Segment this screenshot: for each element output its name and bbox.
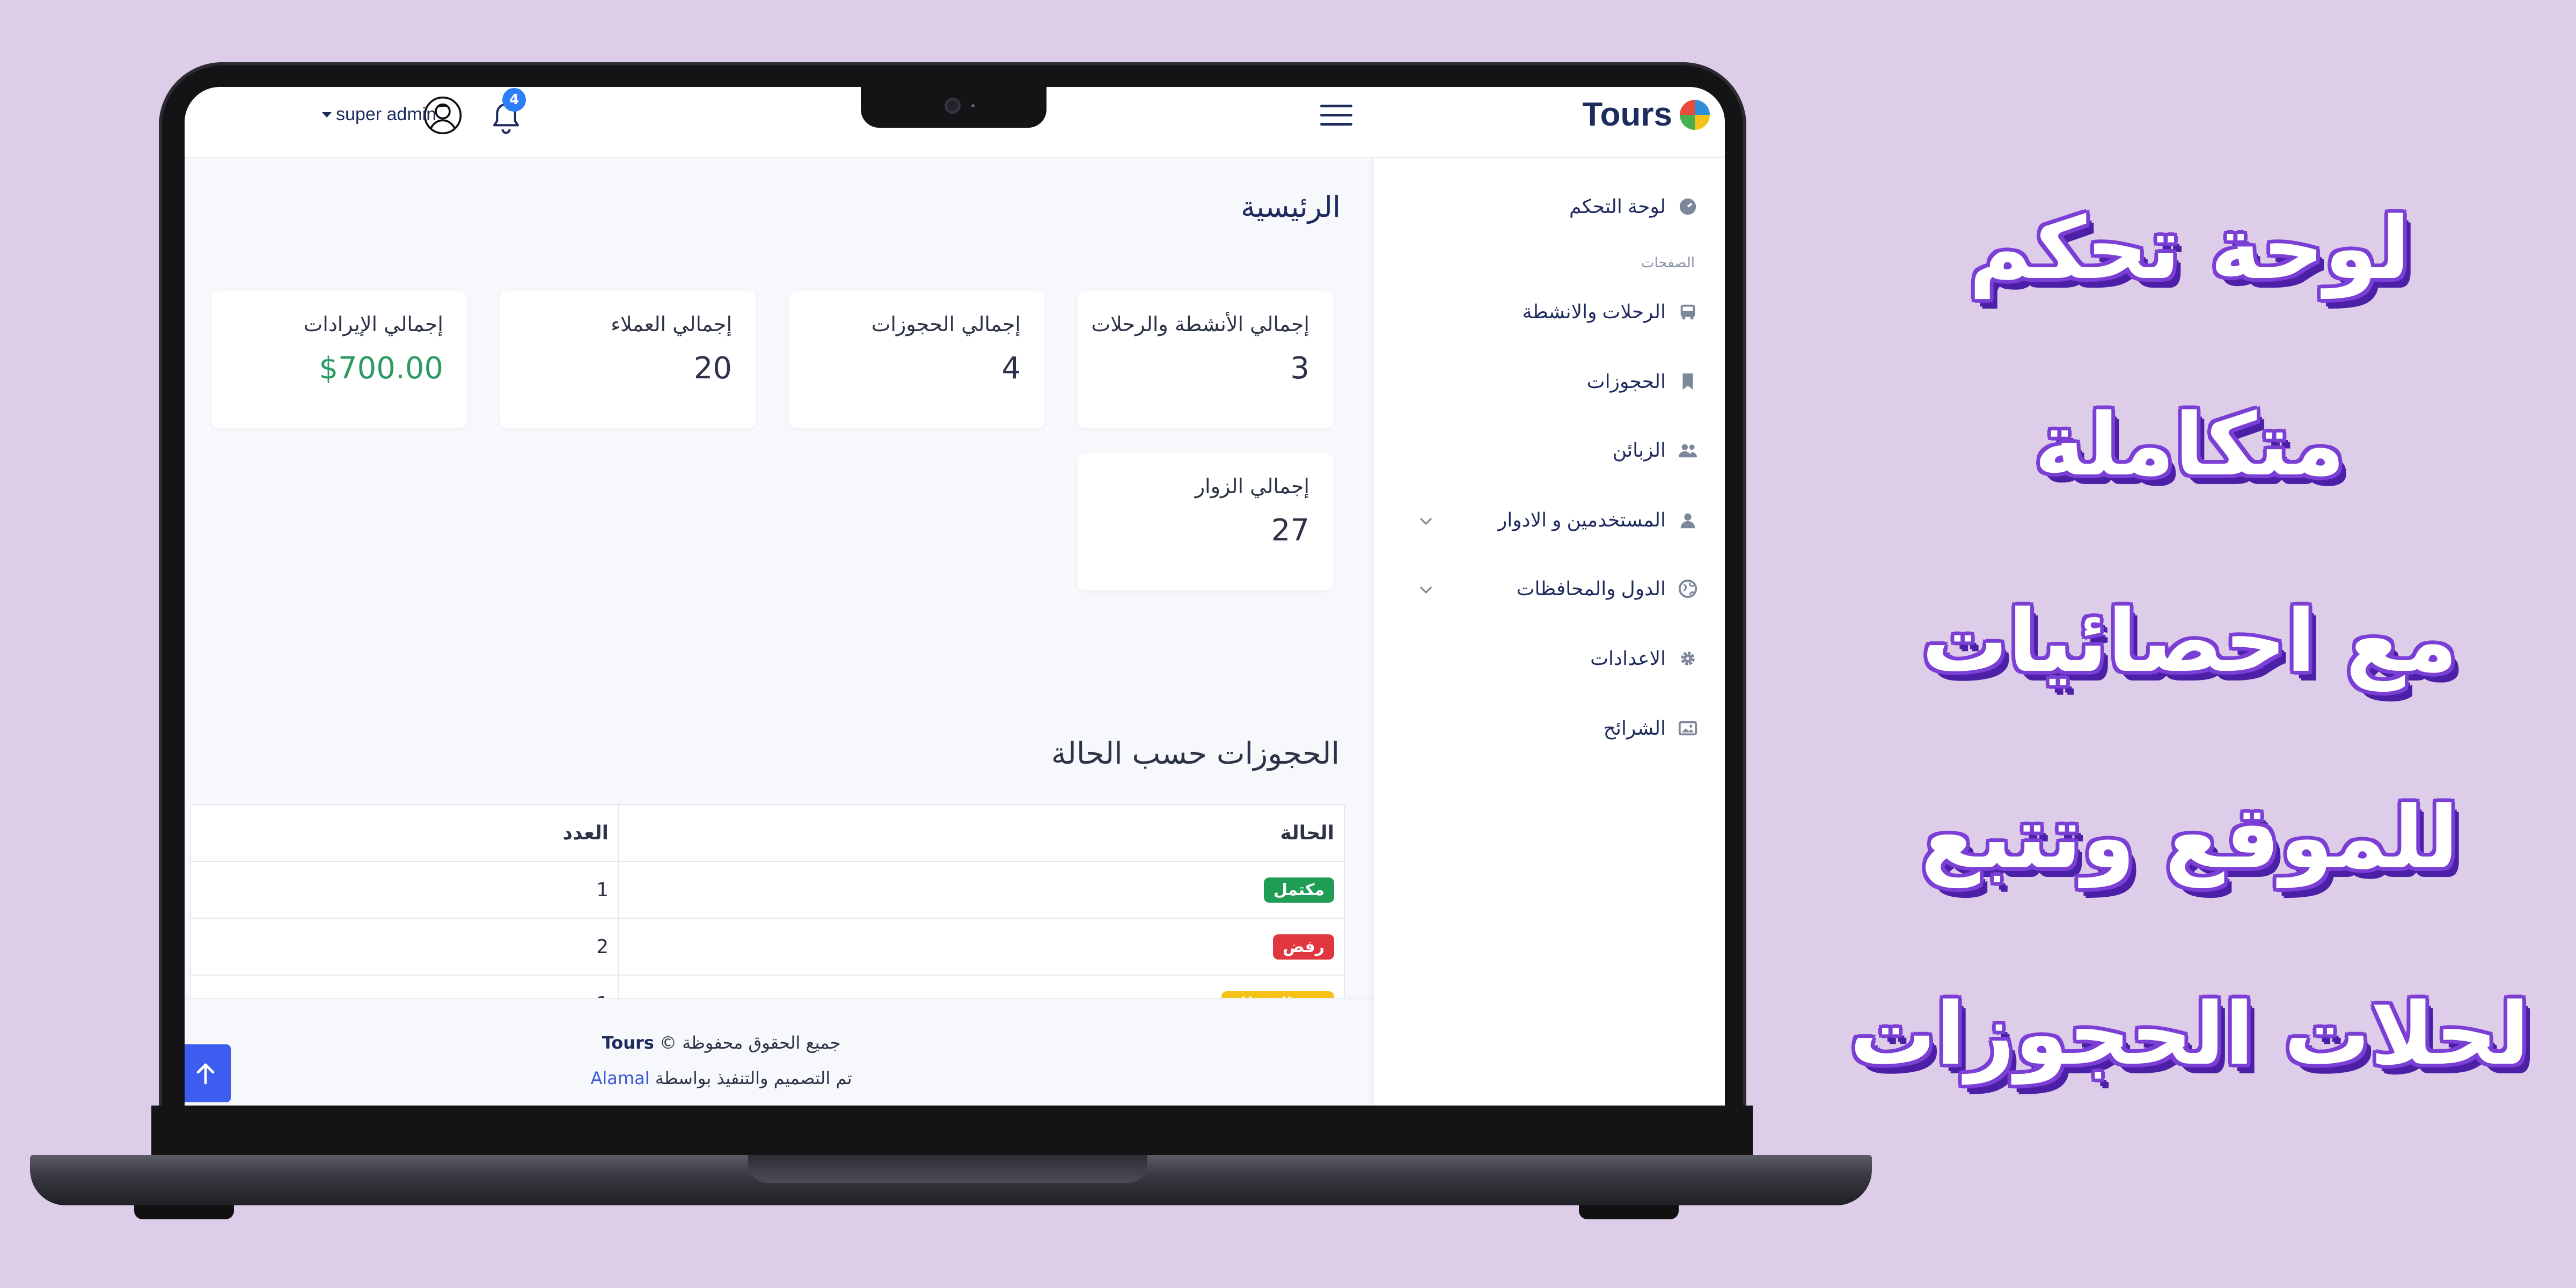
stat-label: إجمالي الزوار: [1195, 474, 1309, 498]
table-header-row: الحالة العدد: [190, 804, 1345, 862]
stat-value: 3: [1290, 351, 1309, 386]
sidebar-item-label: الحجوزات: [1586, 370, 1666, 392]
sidebar-item-label: المستخدمين و الادوار: [1497, 509, 1666, 531]
stat-card-bookings: إجمالي الحجوزات 4: [789, 291, 1044, 428]
user-menu[interactable]: super admin: [322, 104, 436, 125]
status-cell: مكتمل: [618, 861, 1345, 919]
dashboard-icon: [1679, 198, 1696, 215]
bookmark-icon: [1682, 373, 1693, 390]
menu-toggle-icon[interactable]: [1320, 99, 1352, 131]
promo-line: لحلات الحجوزات: [1849, 984, 2530, 1084]
brand-logo-icon: [1680, 99, 1710, 130]
credit-link[interactable]: Alamal: [590, 1068, 649, 1088]
sidebar-item-label: الدول والمحافظات: [1516, 577, 1666, 599]
stat-label: إجمالي الحجوزات: [871, 312, 1021, 336]
sidebar-item-label: الشرائح: [1603, 717, 1666, 739]
stat-card-revenue: إجمالي الإيرادات $700.00: [211, 291, 467, 428]
scroll-to-top-button[interactable]: [185, 1044, 231, 1102]
laptop-foot: [1579, 1205, 1679, 1219]
sidebar-item-customers[interactable]: الزبائن: [1613, 439, 1698, 462]
chevron-down-icon[interactable]: [1417, 512, 1435, 530]
bus-icon: [1680, 304, 1695, 320]
sidebar-item-label: الاعدادات: [1590, 647, 1666, 669]
brand-name: Tours: [1582, 96, 1672, 133]
sidebar-item-label: الزبائن: [1612, 439, 1666, 461]
laptop-screen: Tours 4 super admin الرئيسية إجمالي الأن…: [185, 87, 1725, 1106]
footer-credit: تم التصميم والتنفيذ بواسطة Alamal: [185, 1068, 1258, 1088]
laptop-bezel: [151, 1106, 1753, 1155]
count-cell: 1: [190, 861, 619, 919]
sidebar-item-users-roles[interactable]: المستخدمين و الادوار: [1498, 509, 1698, 531]
image-icon: [1678, 721, 1697, 736]
status-badge: مكتمل: [1263, 877, 1334, 903]
footer-copyright: جميع الحقوق محفوظة © Tours: [185, 1033, 1258, 1053]
stat-label: إجمالي العملاء: [611, 312, 732, 336]
sidebar-item-dashboard[interactable]: لوحة التحكم: [1569, 195, 1698, 218]
column-header-count: العدد: [190, 804, 619, 862]
stat-card-visitors: إجمالي الزوار 27: [1078, 453, 1333, 590]
caret-down-icon: [322, 112, 332, 118]
user-name: super admin: [336, 104, 437, 125]
sidebar-item-label: لوحة التحكم: [1569, 195, 1666, 217]
count-cell: 2: [190, 918, 619, 976]
table-row: رفض 2: [190, 918, 1345, 976]
stat-card-activities: إجمالي الأنشطة والرحلات 3: [1078, 291, 1333, 428]
status-badge: رفض: [1273, 934, 1334, 960]
sidebar-item-bookings[interactable]: الحجوزات: [1587, 370, 1698, 393]
column-header-status: الحالة: [618, 804, 1345, 862]
notification-badge: 4: [502, 88, 526, 112]
stat-value: 4: [1001, 351, 1021, 386]
sidebar-item-slides[interactable]: الشرائح: [1604, 717, 1698, 740]
table-row: مكتمل 1: [190, 861, 1345, 919]
promo-line: للموقع وتتبع: [1920, 787, 2459, 888]
table-title: الحجوزات حسب الحالة: [1051, 736, 1340, 771]
chevron-down-icon[interactable]: [1417, 581, 1435, 599]
stat-value: 27: [1271, 513, 1309, 548]
credit-text: تم التصميم والتنفيذ بواسطة: [655, 1068, 852, 1088]
sidebar-section-label: الصفحات: [1641, 254, 1695, 270]
stat-card-customers: إجمالي العملاء 20: [500, 291, 756, 428]
main-content: الرئيسية إجمالي الأنشطة والرحلات 3 إجمال…: [185, 158, 1373, 1106]
users-icon: [1678, 444, 1697, 458]
stat-label: إجمالي الأنشطة والرحلات: [1091, 312, 1309, 336]
gear-icon: [1681, 652, 1695, 665]
sidebar-item-countries[interactable]: الدول والمحافظات: [1517, 577, 1698, 600]
footer-brand[interactable]: Tours: [602, 1033, 654, 1053]
promo-line: لوحة تحكم: [1968, 198, 2411, 298]
stat-value: $700.00: [319, 351, 443, 386]
sidebar-item-settings[interactable]: الاعدادات: [1590, 647, 1698, 670]
stat-label: إجمالي الإيرادات: [303, 312, 443, 336]
promo-line: متكاملة: [2034, 394, 2345, 495]
camera-icon: [945, 98, 961, 114]
laptop-foot: [134, 1205, 234, 1219]
sidebar: لوحة التحكم الصفحات الرحلات والانشطة الح…: [1373, 158, 1725, 1106]
laptop-base-groove: [748, 1155, 1147, 1183]
user-icon: [1680, 513, 1695, 529]
brand[interactable]: Tours: [1582, 96, 1710, 134]
sidebar-item-trips[interactable]: الرحلات والانشطة: [1523, 301, 1698, 323]
sidebar-item-label: الرحلات والانشطة: [1522, 301, 1666, 323]
stat-value: 20: [693, 351, 732, 386]
arrow-up-icon: [196, 1063, 215, 1085]
copyright-text: جميع الحقوق محفوظة ©: [659, 1033, 841, 1053]
promo-line: مع احصائيات: [1921, 591, 2458, 691]
status-cell: رفض: [618, 918, 1345, 976]
promo-headline: لوحة تحكم متكاملة مع احصائيات للموقع وتت…: [1835, 150, 2544, 1132]
laptop-notch: [861, 86, 1046, 128]
camera-sensor: [971, 104, 975, 107]
globe-icon: [1678, 579, 1697, 598]
page-title: الرئيسية: [1241, 190, 1341, 224]
